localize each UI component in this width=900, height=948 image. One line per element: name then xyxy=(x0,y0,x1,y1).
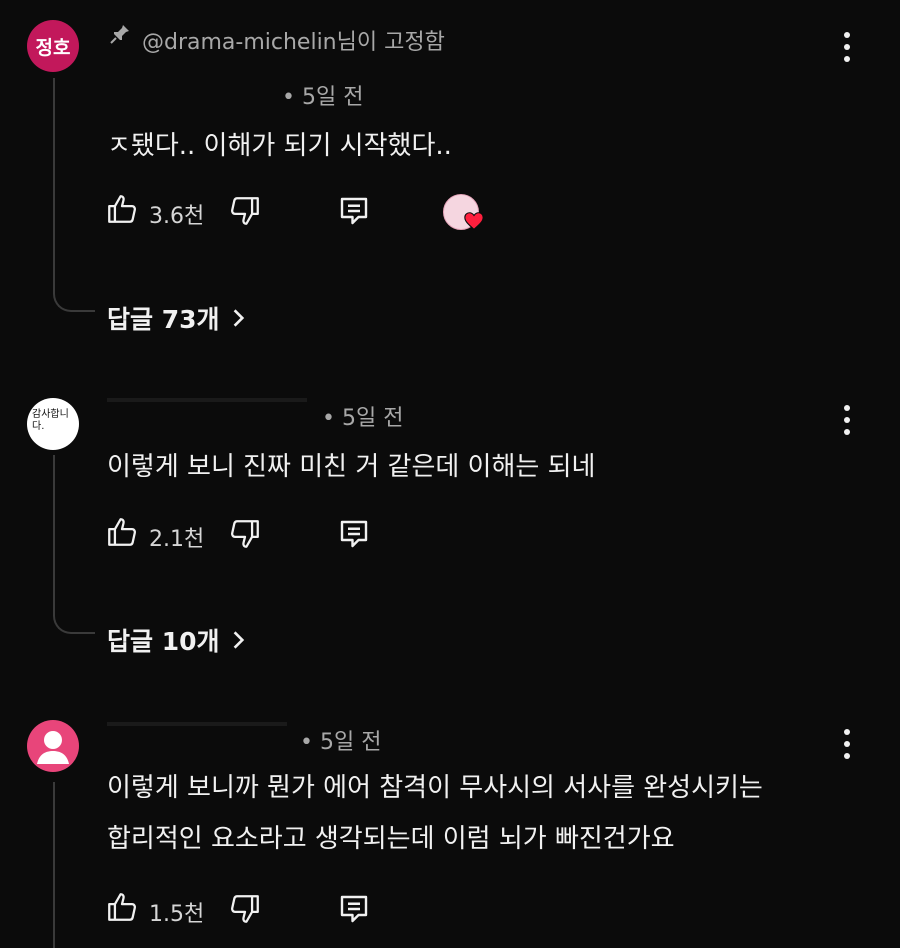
thread-curve xyxy=(53,608,95,634)
author-name-redacted xyxy=(107,722,287,726)
like-count: 1.5천 xyxy=(149,902,205,927)
chevron-right-icon xyxy=(233,309,244,327)
more-options-icon[interactable] xyxy=(842,729,852,759)
replies-label: 답글 10개 xyxy=(107,627,220,656)
dislike-icon[interactable] xyxy=(228,194,262,228)
dislike-icon[interactable] xyxy=(228,517,262,551)
view-replies-button[interactable]: 답글 73개 xyxy=(107,300,248,336)
avatar-text: 감사합니다. xyxy=(32,409,69,432)
reply-icon[interactable] xyxy=(335,891,373,927)
heart-icon xyxy=(464,212,484,230)
comment-text: 이렇게 보니 진짜 미친 거 같은데 이해는 되네 xyxy=(107,452,596,482)
avatar[interactable]: 감사합니다. xyxy=(27,398,79,450)
like-count: 3.6천 xyxy=(149,204,205,229)
like-icon[interactable] xyxy=(105,515,139,549)
view-replies-button[interactable]: 답글 10개 xyxy=(107,622,248,658)
like-count: 2.1천 xyxy=(149,527,205,552)
comment-text-line-2: 합리적인 요소라고 생각되는데 이럼 뇌가 빠진건가요 xyxy=(107,824,675,854)
default-user-icon xyxy=(37,731,69,764)
like-icon[interactable] xyxy=(105,192,139,226)
avatar-text: 정호 xyxy=(35,36,71,59)
dislike-icon[interactable] xyxy=(228,892,262,926)
thread-curve xyxy=(53,286,95,312)
reply-icon[interactable] xyxy=(335,516,373,552)
more-options-icon[interactable] xyxy=(842,405,852,435)
comment-time: • 5일 전 xyxy=(300,730,382,755)
chevron-right-icon xyxy=(233,631,244,649)
comment-text: ㅈ됐다.. 이해가 되기 시작했다.. xyxy=(107,131,452,161)
comment-text-line-1: 이렇게 보니까 뭔가 에어 참격이 무사시의 서사를 완성시키는 xyxy=(107,773,763,803)
more-options-icon[interactable] xyxy=(842,32,852,62)
thread-line xyxy=(53,455,55,610)
thread-line xyxy=(53,78,55,288)
pinned-by-label: @drama-michelin님이 고정함 xyxy=(142,30,445,55)
author-name-redacted xyxy=(107,398,307,402)
avatar[interactable] xyxy=(27,720,79,772)
comment-time: • 5일 전 xyxy=(322,406,404,431)
replies-label: 답글 73개 xyxy=(107,305,220,334)
comment-time: • 5일 전 xyxy=(282,85,364,110)
avatar[interactable]: 정호 xyxy=(27,20,79,72)
like-icon[interactable] xyxy=(105,890,139,924)
creator-heart[interactable] xyxy=(443,194,484,230)
pin-icon xyxy=(110,25,129,44)
thread-line xyxy=(53,782,55,948)
reply-icon[interactable] xyxy=(335,193,373,229)
